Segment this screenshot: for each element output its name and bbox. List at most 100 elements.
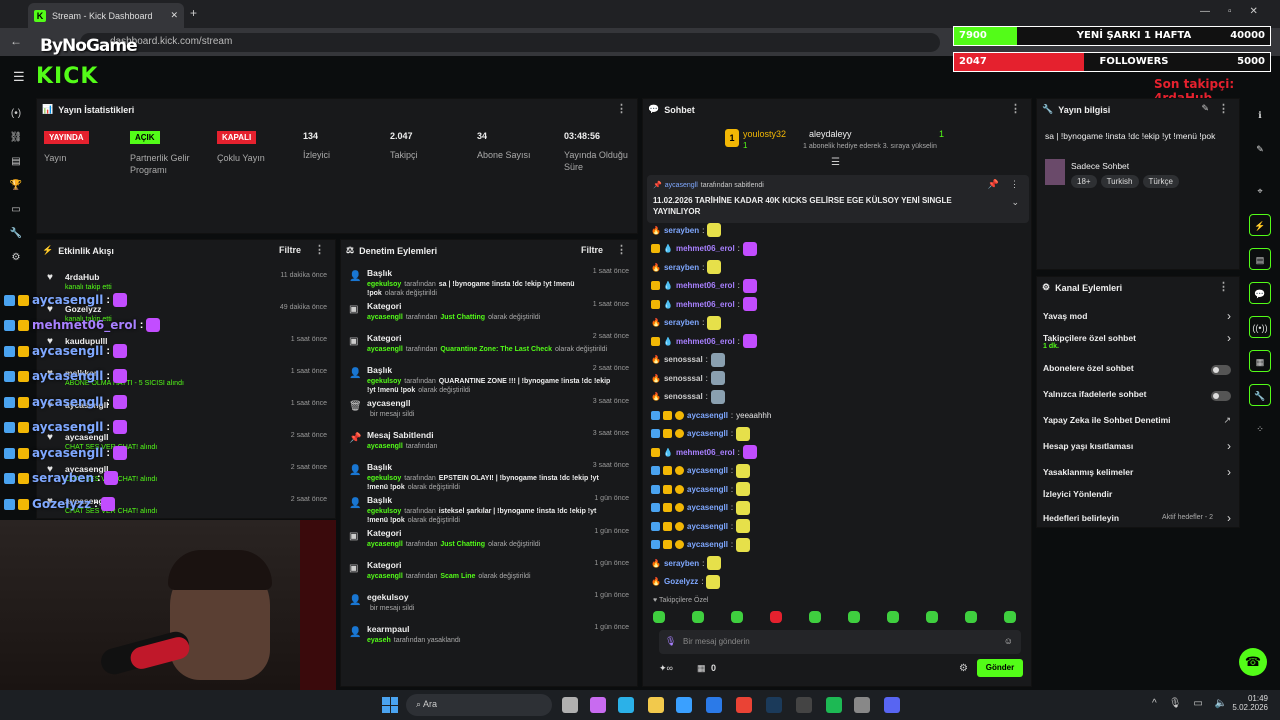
stream-info-menu-icon[interactable]: ⋮: [1218, 102, 1229, 115]
edit-icon[interactable]: ✎: [1201, 103, 1209, 114]
chat-username[interactable]: aycasengll: [687, 411, 728, 420]
tag-chip[interactable]: Turkish: [1100, 175, 1139, 188]
copilot-icon[interactable]: [590, 697, 606, 713]
chat-username[interactable]: serayben: [664, 263, 699, 272]
gift-to[interactable]: aleydaleyy: [809, 129, 852, 139]
pencil-icon[interactable]: ✎: [1249, 138, 1271, 160]
wifi-icon[interactable]: ▭: [1193, 698, 1202, 709]
edge-icon[interactable]: [618, 697, 634, 713]
close-window-icon[interactable]: ✕: [1250, 6, 1258, 17]
emote-bar-icon[interactable]: [653, 611, 665, 623]
chevron-right-icon[interactable]: ›: [1227, 511, 1231, 525]
target-icon[interactable]: ⌖: [1249, 180, 1271, 202]
toggle-switch[interactable]: [1211, 391, 1231, 401]
settings-icon[interactable]: ⚙: [959, 663, 968, 674]
emote-bar-icon[interactable]: [848, 611, 860, 623]
chat-username[interactable]: mehmet06_erol: [676, 244, 735, 253]
chat-username[interactable]: aycasengll: [687, 429, 728, 438]
emote-bar-icon[interactable]: [926, 611, 938, 623]
app-icon[interactable]: [854, 697, 870, 713]
chat-username[interactable]: serayben: [664, 226, 699, 235]
channel-action-item[interactable]: İzleyici Yönlendir: [1043, 489, 1235, 505]
store-icon[interactable]: [676, 697, 692, 713]
moderation-user[interactable]: egekulsoy: [367, 475, 401, 482]
stats-menu-icon[interactable]: ⋮: [616, 102, 627, 115]
minimize-icon[interactable]: —: [1200, 6, 1210, 17]
activity-menu-icon[interactable]: ⋮: [314, 243, 325, 256]
steam-icon[interactable]: [766, 697, 782, 713]
wrench-icon[interactable]: 🔧: [1249, 384, 1271, 406]
chat-username[interactable]: aycasengll: [687, 540, 728, 549]
channel-action-item[interactable]: Yavaş mod ›: [1043, 309, 1235, 327]
moderation-user[interactable]: aycasengll: [367, 346, 403, 353]
chat-input[interactable]: 🎙 Bir mesaj gönderin ☺: [659, 630, 1021, 654]
info-icon[interactable]: ℹ: [1249, 104, 1271, 126]
channel-action-item[interactable]: Hedefleri belirleyin Aktif hedefler - 2 ›: [1043, 511, 1235, 529]
chat-bubble-icon[interactable]: 💬: [1249, 282, 1271, 304]
emote-bar-icon[interactable]: [731, 611, 743, 623]
kick-logo[interactable]: KICK: [36, 64, 98, 89]
moderation-user[interactable]: eyaseh: [367, 637, 391, 644]
chat-username[interactable]: mehmet06_erol: [676, 448, 735, 457]
rail-nav-icon[interactable]: ▤: [8, 156, 24, 168]
moderation-menu-icon[interactable]: ⋮: [616, 243, 627, 256]
taskbar-search[interactable]: ⌕ Ara: [406, 694, 552, 716]
browser-tab[interactable]: K Stream - Kick Dashboard ✕: [28, 3, 184, 28]
discord-icon[interactable]: [884, 697, 900, 713]
spotify-icon[interactable]: [826, 697, 842, 713]
channel-action-item[interactable]: Yapay Zeka ile Sohbet Denetimi ↗: [1043, 415, 1235, 431]
channel-action-item[interactable]: Abonelere özel sohbet: [1043, 363, 1235, 379]
moderation-user[interactable]: aycasengll: [367, 314, 403, 321]
channel-action-item[interactable]: Hesap yaşı kısıtlaması ›: [1043, 439, 1235, 457]
emote-bar-icon[interactable]: [809, 611, 821, 623]
bolt-icon[interactable]: ⚡: [1249, 214, 1271, 236]
back-icon[interactable]: ←: [10, 34, 22, 48]
files-icon[interactable]: [562, 697, 578, 713]
category-name[interactable]: Sadece Sohbet: [1071, 161, 1129, 171]
chat-username[interactable]: aycasengll: [687, 485, 728, 494]
chat-menu-icon[interactable]: ⋮: [1010, 102, 1021, 115]
notes-icon[interactable]: ▤: [1249, 248, 1271, 270]
tag-chip[interactable]: 18+: [1071, 175, 1097, 188]
chat-username[interactable]: mehmet06_erol: [676, 300, 735, 309]
chrome-icon[interactable]: [736, 697, 752, 713]
maximize-icon[interactable]: ▫: [1228, 6, 1232, 17]
toggle-switch[interactable]: [1211, 365, 1231, 375]
channel-actions-menu-icon[interactable]: ⋮: [1218, 280, 1229, 293]
chevron-up-icon[interactable]: ^: [1152, 698, 1157, 709]
emote-bar-icon[interactable]: [770, 611, 782, 623]
chat-username[interactable]: mehmet06_erol: [676, 337, 735, 346]
rail-nav-icon[interactable]: (•): [8, 108, 24, 120]
moderation-user[interactable]: aycasengll: [367, 443, 403, 450]
mail-icon[interactable]: [706, 697, 722, 713]
rail-nav-icon[interactable]: ▭: [8, 204, 24, 216]
chevron-right-icon[interactable]: ›: [1227, 439, 1231, 453]
moderation-filter[interactable]: Filtre: [581, 245, 603, 255]
emote-bar-icon[interactable]: [692, 611, 704, 623]
gift-from[interactable]: youlosty32: [743, 129, 786, 139]
expand-icon[interactable]: ☰: [831, 157, 840, 168]
chevron-right-icon[interactable]: ›: [1227, 465, 1231, 479]
channel-action-item[interactable]: Takipçilere özel sohbet 1 dk. ›: [1043, 331, 1235, 350]
chat-username[interactable]: serayben: [664, 559, 699, 568]
moderation-user[interactable]: egekulsoy: [367, 281, 401, 288]
tag-chip[interactable]: Türkçe: [1142, 175, 1179, 188]
new-tab-icon[interactable]: +: [190, 6, 197, 20]
rail-nav-icon[interactable]: ⛓: [8, 132, 24, 144]
emote-bar-icon[interactable]: [887, 611, 899, 623]
windows-start-icon[interactable]: [382, 697, 398, 713]
chat-username[interactable]: aycasengll: [687, 466, 728, 475]
rail-nav-icon[interactable]: 🏆: [8, 180, 24, 192]
unpin-icon[interactable]: 📌: [988, 179, 999, 190]
obs-icon[interactable]: [796, 697, 812, 713]
volume-icon[interactable]: 🔈: [1215, 698, 1227, 709]
clock[interactable]: 01:49 5.02.2026: [1230, 694, 1268, 712]
emoji-icon[interactable]: ☺: [1004, 636, 1013, 646]
chat-username[interactable]: mehmet06_erol: [676, 281, 735, 290]
chat-username[interactable]: Gozelyzz: [664, 577, 698, 586]
rewards-icon[interactable]: ✦∞: [659, 663, 673, 674]
moderation-user[interactable]: aycasengll: [367, 573, 403, 580]
broadcast-icon[interactable]: ((•)): [1249, 316, 1271, 338]
emote-bar-icon[interactable]: [965, 611, 977, 623]
rail-nav-icon[interactable]: ⚙: [8, 252, 24, 264]
